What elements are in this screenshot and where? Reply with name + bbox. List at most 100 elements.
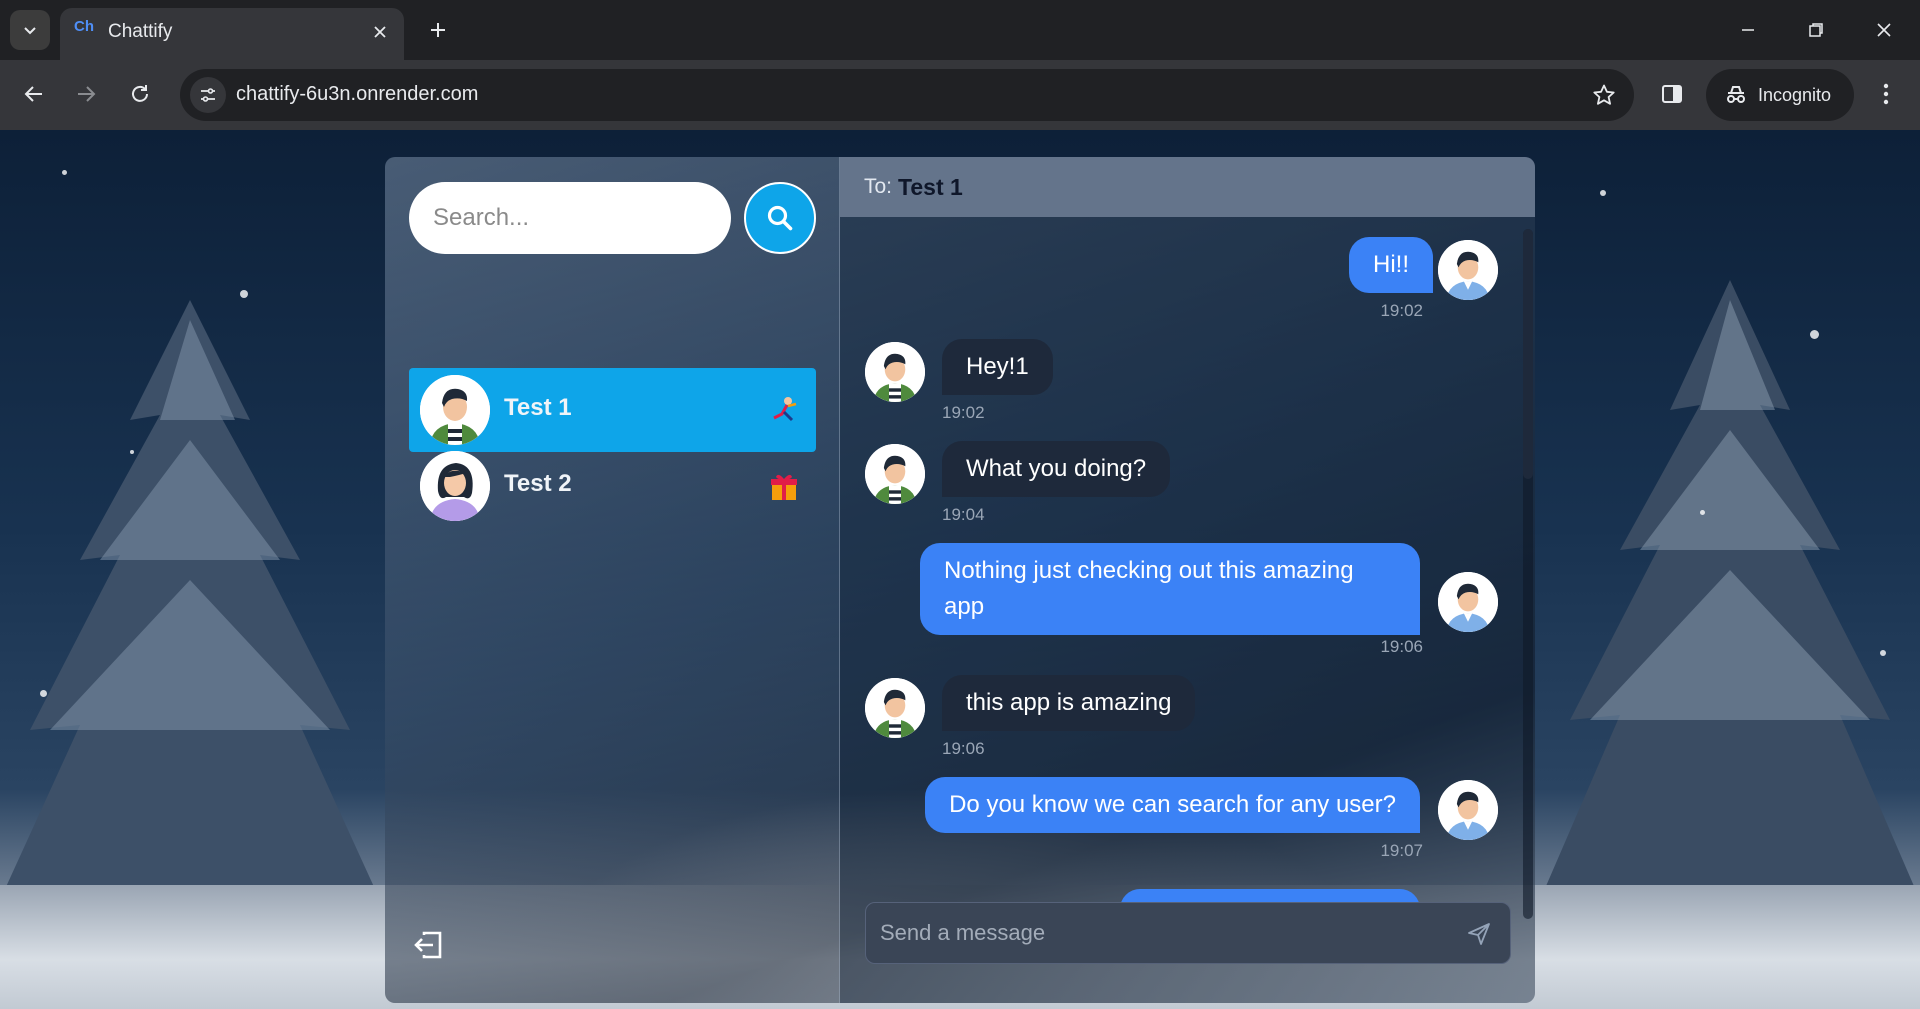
arrow-right-icon	[78, 86, 96, 102]
conversation-item-test-1[interactable]: Test 1	[409, 368, 816, 452]
message-bubble: What you doing?	[942, 441, 1171, 497]
more-vertical-icon	[1883, 83, 1889, 105]
minimize-button[interactable]	[1718, 8, 1778, 52]
conversation-name: Test 2	[504, 470, 572, 497]
message-bubble-partial	[1120, 889, 1420, 903]
send-button[interactable]	[1464, 919, 1494, 949]
message-input[interactable]	[880, 915, 1440, 951]
incognito-label: Incognito	[1758, 84, 1832, 105]
male-avatar-icon	[865, 342, 925, 402]
sidebar: Test 1 Tes	[385, 157, 840, 1003]
forward-button[interactable]	[66, 74, 106, 114]
avatar	[1438, 780, 1498, 840]
chattify-favicon-icon: Ch	[74, 18, 94, 35]
tab-close-button[interactable]	[368, 20, 392, 44]
conversation-name: Test 1	[504, 394, 572, 421]
browser-menu-button[interactable]	[1866, 74, 1906, 114]
incognito-icon	[1727, 86, 1745, 103]
incognito-indicator[interactable]: Incognito	[1706, 69, 1854, 121]
address-bar[interactable]: chattify-6u3n.onrender.com	[180, 69, 1634, 121]
message-bubble: this app is amazing	[942, 675, 1196, 731]
message-bubble: Do you know we can search for any user?	[925, 777, 1420, 833]
message-time: 19:04	[942, 505, 985, 524]
snowflake	[62, 170, 67, 175]
avatar	[865, 342, 925, 402]
to-label: To:	[864, 175, 893, 198]
tab-search-button[interactable]	[10, 10, 50, 50]
message-time: 19:07	[1380, 841, 1423, 860]
chat-app-container: Test 1 Tes	[385, 157, 1535, 1003]
message-time: 19:02	[1380, 301, 1423, 320]
avatar	[1438, 572, 1498, 632]
search-button[interactable]	[744, 182, 816, 254]
message-incoming: Hey!1 19:02	[840, 319, 1535, 422]
male-avatar-icon	[865, 678, 925, 738]
close-window-button[interactable]	[1854, 8, 1914, 52]
message-incoming: this app is amazing 19:06	[840, 655, 1535, 758]
close-icon	[374, 26, 386, 38]
message-time: 19:06	[1380, 637, 1423, 656]
message-outgoing: Hi!! 19:02	[840, 217, 1535, 320]
recipient-name: Test 1	[898, 173, 963, 200]
scrollbar-thumb[interactable]	[1523, 229, 1533, 479]
message-list[interactable]: Hi!! 19:02 Hey!1 19:02 What you doing? 1…	[840, 217, 1535, 903]
tune-icon	[201, 88, 215, 102]
chevron-down-icon	[24, 27, 36, 35]
restore-button[interactable]	[1786, 8, 1846, 52]
new-tab-button[interactable]	[418, 12, 458, 48]
search-icon	[767, 205, 793, 231]
star-icon	[1593, 84, 1615, 105]
juggler-icon	[773, 397, 797, 422]
message-outgoing: Nothing just checking out this amazing a…	[840, 523, 1535, 656]
avatar	[865, 678, 925, 738]
chat-header: To: Test 1	[840, 157, 1535, 217]
browser-tab-bar: Ch Chattify	[0, 0, 1920, 60]
female-avatar-icon	[420, 451, 490, 521]
gift-icon	[771, 474, 797, 500]
browser-tab[interactable]: Ch Chattify	[60, 8, 404, 60]
message-bubble: Hey!1	[942, 339, 1053, 395]
conversation-item-test-2[interactable]: Test 2	[409, 444, 816, 528]
side-panel-icon	[1662, 85, 1682, 103]
male-avatar-icon	[1438, 572, 1498, 632]
side-panel-button[interactable]	[1652, 74, 1692, 114]
avatar	[865, 444, 925, 504]
search-input[interactable]	[409, 182, 731, 254]
reload-icon	[132, 85, 148, 102]
message-bubble: Hi!!	[1349, 237, 1433, 293]
male-avatar-icon	[1438, 240, 1498, 300]
browser-toolbar: chattify-6u3n.onrender.com Incognito	[0, 60, 1920, 130]
tab-title: Chattify	[108, 21, 173, 42]
snowflake	[1880, 650, 1886, 656]
snowflake	[240, 290, 248, 298]
snowy-tree-right	[1540, 280, 1920, 900]
page-viewport: Test 1 Tes	[0, 130, 1920, 1009]
snowflake	[1810, 330, 1819, 339]
close-icon	[1877, 23, 1891, 37]
snowflake	[40, 690, 47, 697]
reload-button[interactable]	[120, 74, 160, 114]
logout-button[interactable]	[410, 927, 446, 963]
restore-icon	[1809, 23, 1823, 37]
male-avatar-icon	[865, 444, 925, 504]
snowflake	[1600, 190, 1606, 196]
message-scrollbar[interactable]	[1523, 229, 1533, 919]
avatar	[420, 451, 490, 521]
snowflake	[1700, 510, 1705, 515]
snowy-tree-left	[0, 300, 380, 900]
message-outgoing: Do you know we can search for any user? …	[840, 757, 1535, 860]
male-avatar-icon	[420, 375, 490, 445]
bookmark-button[interactable]	[1590, 81, 1618, 109]
message-composer	[865, 902, 1511, 964]
site-info-button[interactable]	[190, 77, 226, 113]
avatar	[420, 375, 490, 445]
send-icon	[1468, 923, 1490, 945]
message-time: 19:06	[942, 739, 985, 758]
back-button[interactable]	[14, 74, 54, 114]
message-bubble: Nothing just checking out this amazing a…	[920, 543, 1420, 635]
chat-panel: To: Test 1 Hi!! 19:02 Hey!1 19:02 What y…	[840, 157, 1535, 1003]
message-incoming: What you doing? 19:04	[840, 421, 1535, 524]
snowflake	[130, 450, 134, 454]
url-text[interactable]: chattify-6u3n.onrender.com	[236, 83, 478, 106]
arrow-left-icon	[24, 86, 42, 102]
